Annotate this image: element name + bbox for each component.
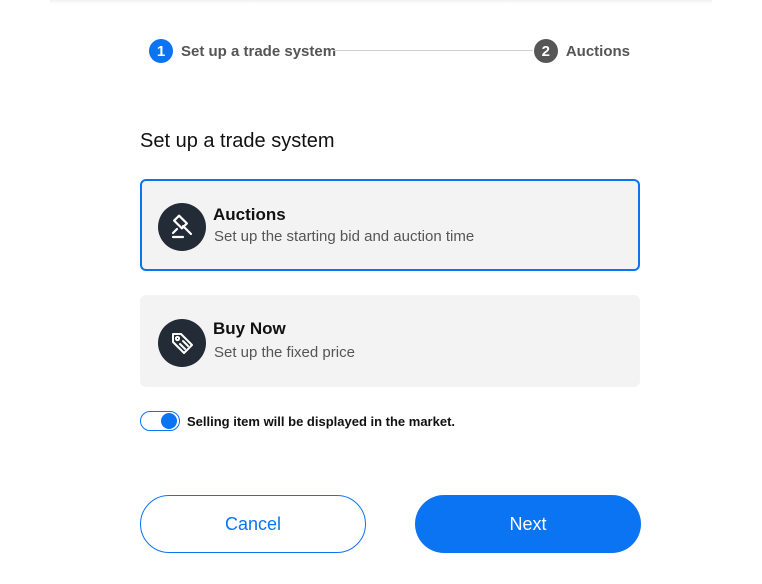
step-1-number: 1 — [149, 39, 173, 63]
option-buy-now[interactable]: Buy Now Set up the fixed price — [140, 295, 640, 387]
next-button[interactable]: Next — [415, 495, 641, 553]
step-2-number: 2 — [533, 39, 558, 63]
step-2: 2 Auctions — [533, 38, 630, 64]
option-auctions[interactable]: Auctions Set up the starting bid and auc… — [140, 179, 640, 271]
toggle-knob — [161, 413, 177, 429]
market-toggle-row: Selling item will be displayed in the ma… — [140, 411, 455, 431]
step-1-label: Set up a trade system — [181, 42, 337, 60]
option-auctions-title: Auctions — [213, 205, 286, 224]
cancel-button[interactable]: Cancel — [140, 495, 366, 553]
step-2-label: Auctions — [565, 42, 630, 60]
price-tag-icon — [158, 319, 206, 367]
option-auctions-description: Set up the starting bid and auction time — [214, 228, 475, 245]
stepper: 1 Set up a trade system 2 Auctions — [149, 38, 630, 64]
page-title: Set up a trade system — [140, 130, 335, 152]
market-display-toggle[interactable] — [140, 411, 180, 431]
option-buy-now-description: Set up the fixed price — [214, 344, 355, 361]
market-toggle-label: Selling item will be displayed in the ma… — [187, 413, 456, 429]
top-divider — [50, 0, 712, 4]
step-1: 1 Set up a trade system — [149, 38, 336, 64]
step-connector — [333, 50, 533, 51]
option-buy-now-title: Buy Now — [213, 319, 286, 338]
gavel-icon — [158, 203, 206, 251]
